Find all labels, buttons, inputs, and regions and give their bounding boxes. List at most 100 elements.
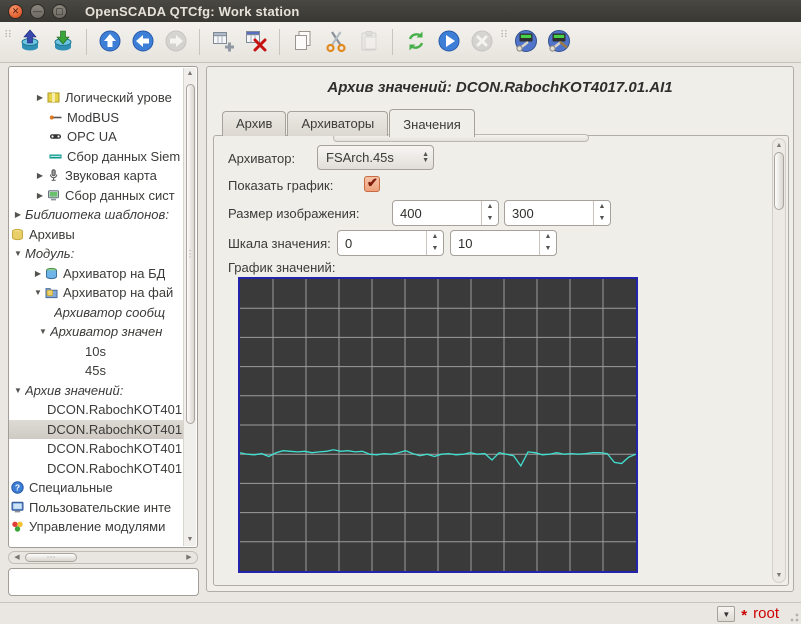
scroll-down-arrow-icon[interactable]: ▼ bbox=[184, 534, 196, 546]
cut-item-button[interactable] bbox=[321, 27, 351, 58]
minimize-button[interactable]: — bbox=[30, 4, 45, 19]
scroll-right-arrow-icon[interactable]: ▶ bbox=[183, 552, 195, 563]
tree-item[interactable]: ▶Логический урове bbox=[9, 88, 185, 108]
tree-item[interactable]: ▼Архиватор значен bbox=[9, 322, 185, 342]
tree-item-label: ModBUS bbox=[67, 110, 119, 125]
delete-item-icon bbox=[244, 29, 268, 56]
status-dropdown-button[interactable]: ▼ bbox=[717, 606, 735, 622]
tree-horizontal-scrollbar[interactable]: ◀ ▶ bbox=[8, 551, 198, 564]
scroll-up-arrow-icon[interactable]: ▲ bbox=[773, 140, 785, 151]
expander-open-icon[interactable]: ▼ bbox=[11, 249, 25, 258]
scale-from-input[interactable] bbox=[338, 231, 426, 255]
tree-search-input[interactable] bbox=[8, 568, 199, 596]
expander-closed-icon[interactable]: ▶ bbox=[11, 210, 25, 219]
tree-item[interactable]: Сбор данных Siem bbox=[9, 147, 185, 167]
delete-item-button[interactable] bbox=[241, 27, 271, 58]
tab-архиваторы[interactable]: Архиваторы bbox=[287, 111, 388, 136]
go-up-button[interactable] bbox=[95, 27, 125, 58]
current-user: root bbox=[753, 605, 779, 622]
expander-closed-icon[interactable]: ▶ bbox=[33, 171, 47, 180]
tab-значения[interactable]: Значения bbox=[389, 109, 474, 137]
tree-item[interactable]: ?Специальные bbox=[9, 478, 185, 498]
tab-архив[interactable]: Архив bbox=[222, 111, 286, 136]
spinner-arrows-icon[interactable]: ▲▼ bbox=[593, 201, 610, 225]
save-to-db-icon bbox=[51, 29, 75, 56]
tree-item-label: DCON.RabochKOT401 bbox=[47, 402, 182, 417]
tree-item[interactable]: Пользовательские инте bbox=[9, 498, 185, 518]
expander-open-icon[interactable]: ▼ bbox=[31, 288, 45, 297]
add-item-button[interactable] bbox=[208, 27, 238, 58]
tree-item[interactable]: ▶Архиватор на БД bbox=[9, 264, 185, 284]
start-update-icon bbox=[437, 29, 461, 56]
tree-item[interactable]: DCON.RabochKOT401 bbox=[9, 400, 185, 420]
window-resize-grip[interactable] bbox=[786, 609, 799, 622]
tree-item[interactable]: Архиватор сообщ bbox=[9, 303, 185, 323]
calculator-tools-alt-button[interactable] bbox=[544, 27, 574, 58]
tree-item-label: Звуковая карта bbox=[65, 168, 157, 183]
expander-closed-icon[interactable]: ▶ bbox=[33, 93, 47, 102]
image-width-spinbox: ▲▼ bbox=[392, 200, 499, 226]
window-titlebar[interactable]: ✕—▢ OpenSCADA QTCfg: Work station bbox=[0, 0, 801, 22]
tree-item[interactable]: 10s bbox=[9, 342, 185, 362]
spinner-arrows-icon[interactable]: ▲▼ bbox=[481, 201, 498, 225]
tree-item[interactable]: ▶ Сбор данных сист bbox=[9, 186, 185, 206]
expander-closed-icon[interactable]: ▶ bbox=[31, 269, 45, 278]
scroll-left-arrow-icon[interactable]: ◀ bbox=[11, 552, 23, 563]
tree-item[interactable]: ▼Архиватор на фай bbox=[9, 283, 185, 303]
tree-item[interactable]: ▶ Звуковая карта bbox=[9, 166, 185, 186]
copy-item-button[interactable] bbox=[288, 27, 318, 58]
tree-item-label: Архиватор значен bbox=[50, 324, 162, 339]
tree-item[interactable]: 45s bbox=[9, 361, 185, 381]
toolbar-handle[interactable]: ⁞⁞ bbox=[500, 30, 508, 54]
spinner-arrows-icon[interactable]: ▲▼ bbox=[422, 152, 429, 164]
tree-item-label: Пользовательские инте bbox=[29, 500, 171, 515]
pane-vertical-scrollbar[interactable]: ▲ ▼ bbox=[772, 138, 786, 583]
tree-hscrollbar-thumb[interactable] bbox=[25, 553, 77, 562]
spinner-arrows-icon[interactable]: ▲▼ bbox=[539, 231, 556, 255]
tree-item[interactable]: ▼Архив значений: bbox=[9, 381, 185, 401]
tree-vertical-scrollbar[interactable]: ▲ ▼ bbox=[183, 68, 196, 546]
tree-item-label: 45s bbox=[85, 363, 106, 378]
expander-closed-icon[interactable]: ▶ bbox=[33, 191, 47, 200]
calculator-tools-alt-icon bbox=[547, 29, 571, 56]
load-from-db-icon bbox=[18, 29, 42, 56]
toolbar-separator bbox=[199, 29, 200, 55]
go-back-button[interactable] bbox=[128, 27, 158, 58]
values-tab-pane: Архиватор: FSArch.45s ▲▼ Показать график… bbox=[213, 135, 789, 586]
scroll-up-arrow-icon[interactable]: ▲ bbox=[184, 68, 196, 80]
expander-open-icon[interactable]: ▼ bbox=[36, 327, 50, 336]
start-update-button[interactable] bbox=[434, 27, 464, 58]
tree-scrollbar-thumb[interactable] bbox=[186, 84, 195, 424]
value-scale-label: Шкала значения: bbox=[228, 236, 331, 251]
tree-item[interactable]: ▼Модуль: bbox=[9, 244, 185, 264]
scale-to-input[interactable] bbox=[451, 231, 539, 255]
close-button[interactable]: ✕ bbox=[8, 4, 23, 19]
load-from-db-button[interactable] bbox=[15, 27, 45, 58]
tree-item[interactable]: ModBUS bbox=[9, 108, 185, 128]
save-to-db-button[interactable] bbox=[48, 27, 78, 58]
tree-item[interactable]: Управление модулями bbox=[9, 517, 185, 537]
spinner-arrows-icon[interactable]: ▲▼ bbox=[426, 231, 443, 255]
maximize-button[interactable]: ▢ bbox=[52, 4, 67, 19]
refresh-button[interactable] bbox=[401, 27, 431, 58]
tree-item-label: Сбор данных сист bbox=[65, 188, 175, 203]
scroll-down-arrow-icon[interactable]: ▼ bbox=[773, 570, 785, 581]
show-graph-checkbox[interactable] bbox=[364, 176, 380, 192]
image-width-input[interactable] bbox=[393, 201, 481, 225]
tree-item[interactable]: DCON.RabochKOT401 bbox=[9, 420, 185, 440]
tree-item-label: Модуль: bbox=[25, 246, 74, 261]
archiver-select[interactable]: FSArch.45s ▲▼ bbox=[317, 145, 434, 170]
tree-item[interactable]: DCON.RabochKOT401 bbox=[9, 439, 185, 459]
calculator-tools-button[interactable] bbox=[511, 27, 541, 58]
expander-open-icon[interactable]: ▼ bbox=[11, 386, 25, 395]
system-icon bbox=[47, 189, 62, 202]
image-height-input[interactable] bbox=[505, 201, 593, 225]
pane-scrollbar-thumb[interactable] bbox=[774, 152, 784, 210]
tree-item[interactable]: ▶Библиотека шаблонов: bbox=[9, 205, 185, 225]
tree-item[interactable]: DCON.RabochKOT401 bbox=[9, 459, 185, 479]
page-title: Архив значений: DCON.RabochKOT4017.01.AI… bbox=[207, 79, 793, 96]
tree-item[interactable]: Архивы bbox=[9, 225, 185, 245]
tree-item[interactable]: OPC UA bbox=[9, 127, 185, 147]
tree-item-label: Архивы bbox=[29, 227, 75, 242]
toolbar-handle[interactable]: ⁞⁞ bbox=[4, 30, 12, 54]
